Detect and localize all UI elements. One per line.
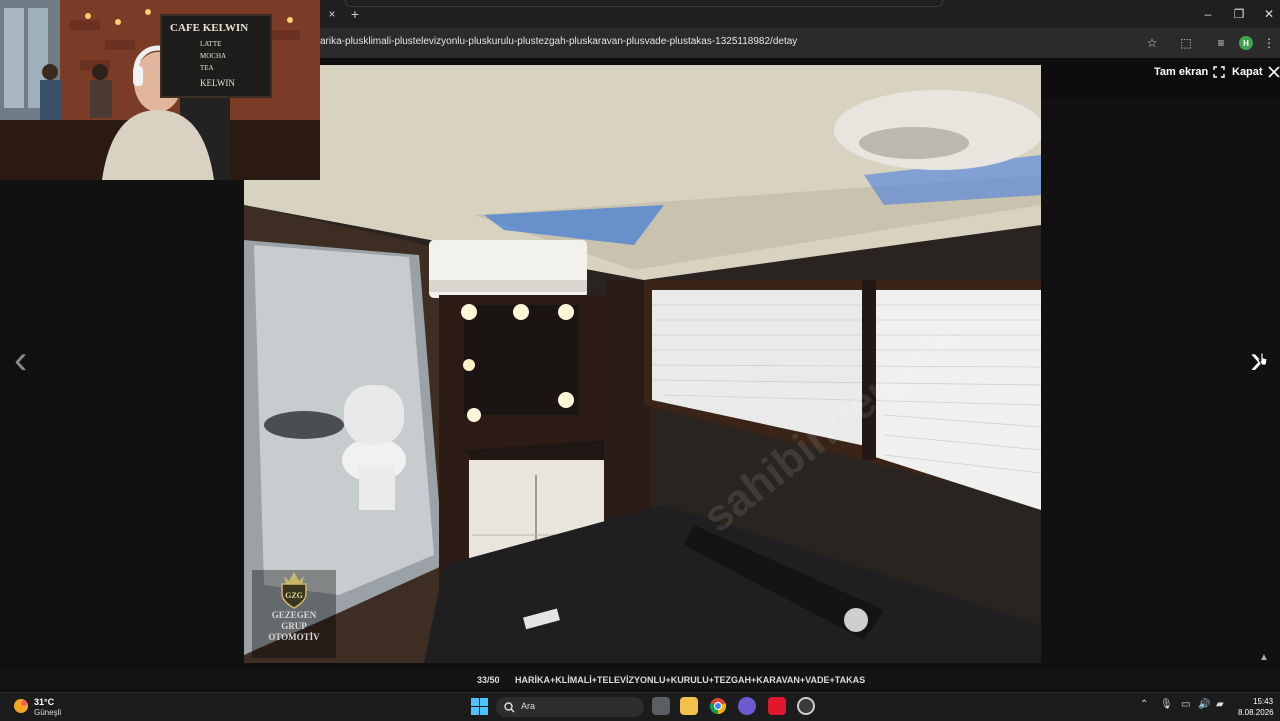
messenger-icon[interactable] [738, 697, 756, 715]
weather-sun-icon[interactable] [12, 697, 30, 715]
logo-line-2: GRUP [281, 621, 307, 631]
search-label: Ara [521, 701, 536, 711]
browser-menu-icon[interactable]: ⋮ [1260, 34, 1278, 52]
close-viewer-button[interactable]: Kapat [1232, 66, 1280, 78]
clock-time[interactable]: 15:43 [1253, 697, 1273, 706]
media-control-icon[interactable]: ≡ [1212, 34, 1230, 52]
battery-icon[interactable]: ▰ [1216, 699, 1224, 710]
fullscreen-button[interactable]: Tam ekran [1154, 66, 1225, 78]
display-icon[interactable]: ▭ [1181, 699, 1190, 710]
dealer-logo: GZG GEZEGEN GRUP OTOMOTİV [252, 570, 336, 658]
address-bar[interactable]: arika-plusklimali-plustelevizyonlu-plusk… [320, 36, 797, 47]
previous-image-button[interactable]: ‹ [14, 340, 27, 380]
search-icon [504, 702, 515, 713]
weather-temperature[interactable]: 31°C [34, 697, 54, 707]
weather-condition[interactable]: Güneşli [34, 708, 61, 717]
cafe-sign-line: KELWIN [200, 78, 235, 88]
cafe-sign-title: CAFE KELWIN [170, 22, 249, 34]
fullscreen-label: Tam ekran [1154, 66, 1209, 78]
cafe-sign: CAFE KELWIN LATTE MOCHA TEA KELWIN [160, 14, 272, 98]
listing-photo: sahibinden.com [244, 65, 1041, 663]
crown-shield-icon: GZG [281, 572, 307, 609]
profile-avatar[interactable]: H [1239, 36, 1253, 50]
photo-caption-bar: 33/50 HARİKA+KLİMALİ+TELEVİZYONLU+KURULU… [0, 670, 1280, 690]
volume-icon[interactable]: 🔊 [1198, 699, 1210, 710]
webcam-overlay: CAFE KELWIN LATTE MOCHA TEA KELWIN [0, 0, 320, 180]
fullscreen-icon [1213, 66, 1225, 78]
photo-counter: 33/50 [477, 675, 500, 685]
listing-title: HARİKA+KLİMALİ+TELEVİZYONLU+KURULU+TEZGA… [515, 675, 866, 685]
logo-monogram: GZG [285, 591, 303, 600]
logo-line-3: OTOMOTİV [268, 632, 320, 642]
close-window-button[interactable]: ✕ [1254, 4, 1280, 24]
clock-date[interactable]: 8.08.2026 [1238, 708, 1274, 717]
microphone-icon[interactable]: 🎙 [1160, 699, 1173, 710]
tab-search-bar[interactable] [345, 0, 943, 7]
taskbar-search[interactable] [496, 697, 644, 717]
chrome-icon[interactable] [709, 697, 727, 715]
extensions-icon[interactable]: ⬚ [1177, 34, 1195, 52]
close-tab-icon[interactable]: × [322, 4, 342, 24]
minimize-button[interactable]: – [1193, 4, 1223, 24]
file-explorer-icon[interactable] [680, 697, 698, 715]
game-app-icon[interactable] [797, 697, 815, 715]
new-tab-button[interactable]: + [346, 4, 364, 24]
task-view-icon[interactable] [652, 697, 670, 715]
cafe-sign-line: MOCHA [200, 52, 227, 60]
opera-icon[interactable] [768, 697, 786, 715]
bookmark-star-icon[interactable]: ☆ [1143, 34, 1161, 52]
cafe-sign-line: TEA [200, 64, 214, 72]
maximize-button[interactable]: ❐ [1224, 4, 1254, 24]
tray-overflow-icon[interactable]: ⌃ [1140, 699, 1148, 710]
scroll-top-icon[interactable]: ▲ [1259, 652, 1269, 663]
cafe-sign-line: LATTE [200, 40, 222, 48]
close-label: Kapat [1232, 66, 1263, 78]
windows-start-icon[interactable] [471, 698, 488, 715]
mouse-cursor-icon [1258, 352, 1268, 366]
close-icon [1267, 66, 1280, 78]
logo-line-1: GEZEGEN [271, 610, 317, 620]
